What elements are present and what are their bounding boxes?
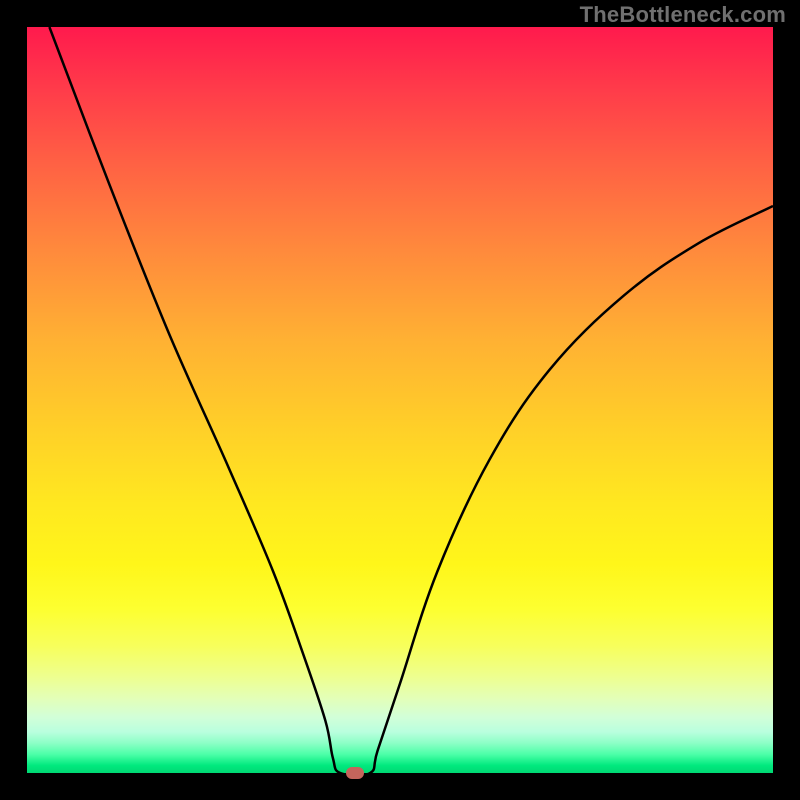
bottleneck-curve <box>27 27 773 773</box>
optimal-point-marker <box>346 767 364 779</box>
watermark-text: TheBottleneck.com <box>580 2 786 28</box>
chart-frame: TheBottleneck.com <box>0 0 800 800</box>
curve-path <box>49 27 773 773</box>
